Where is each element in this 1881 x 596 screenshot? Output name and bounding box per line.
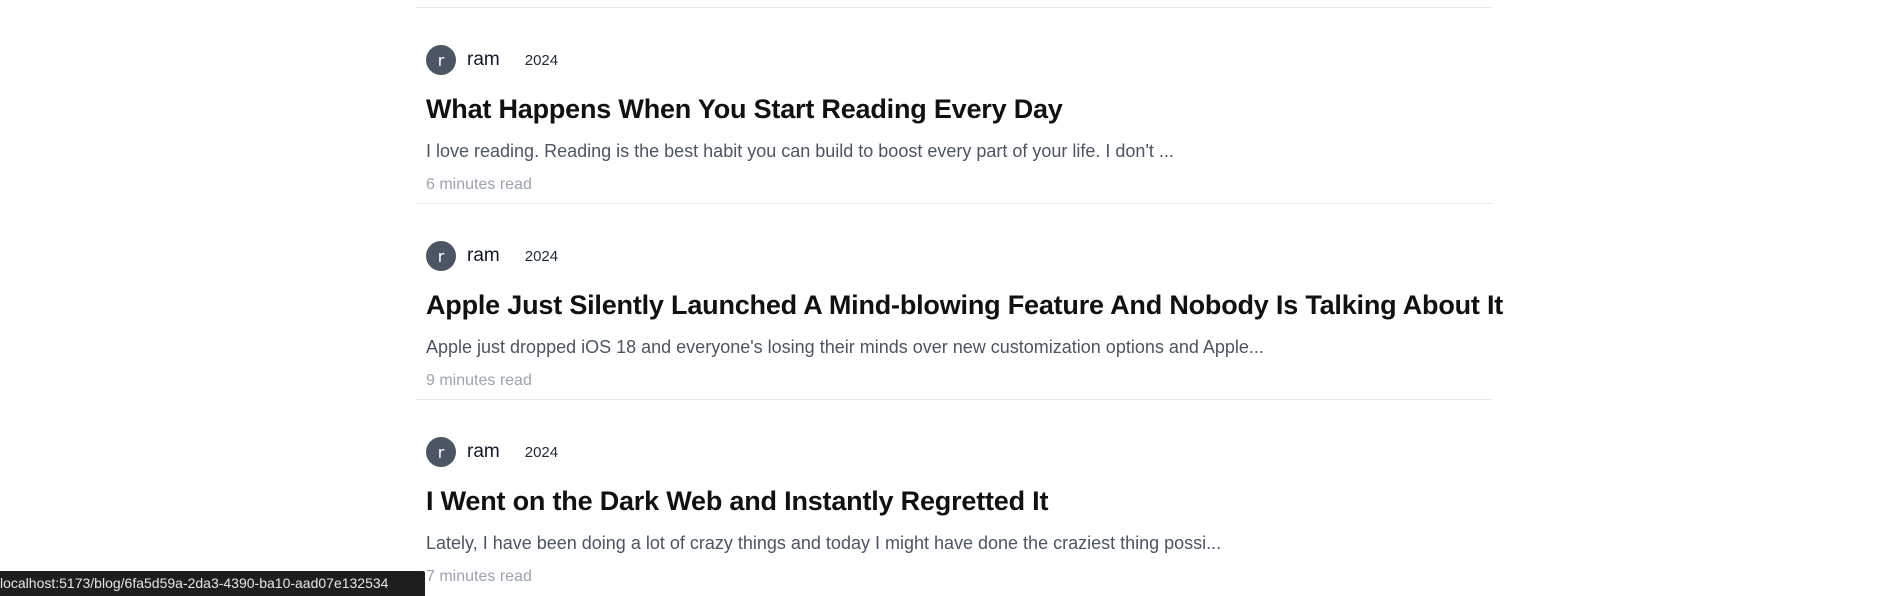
post-excerpt: Apple just dropped iOS 18 and everyone's… — [426, 337, 1264, 357]
author-name: ram — [467, 245, 500, 266]
post-excerpt: I love reading. Reading is the best habi… — [426, 141, 1174, 161]
post-date: 2024 — [524, 247, 559, 265]
blog-feed: r ram 2024 What Happens When You Start R… — [416, 0, 1503, 596]
post-meta: r ram 2024 — [426, 241, 558, 271]
post-meta: r ram 2024 — [426, 437, 558, 467]
post-excerpt: Lately, I have been doing a lot of crazy… — [426, 533, 1222, 553]
post-meta: r ram 2024 — [426, 45, 558, 75]
blog-card[interactable]: r ram 2024 I Went on the Dark Web and In… — [416, 400, 1492, 596]
read-time: 9 minutes read — [426, 372, 532, 389]
avatar: r — [426, 45, 456, 75]
blog-card[interactable]: r ram 2024 Apple Just Silently Launched … — [416, 204, 1503, 400]
read-time: 6 minutes read — [426, 176, 532, 193]
author-name: ram — [467, 441, 500, 462]
post-title[interactable]: What Happens When You Start Reading Ever… — [426, 94, 1063, 125]
author-name: ram — [467, 49, 500, 70]
avatar: r — [426, 437, 456, 467]
read-time: 7 minutes read — [426, 568, 532, 585]
blog-card[interactable]: r ram 2024 What Happens When You Start R… — [416, 8, 1492, 204]
post-date: 2024 — [524, 443, 559, 461]
post-title[interactable]: I Went on the Dark Web and Instantly Reg… — [426, 486, 1048, 517]
link-preview-status-bar: localhost:5173/blog/6fa5d59a-2da3-4390-b… — [0, 571, 425, 596]
post-title[interactable]: Apple Just Silently Launched A Mind-blow… — [426, 290, 1503, 321]
post-date: 2024 — [524, 51, 559, 69]
avatar: r — [426, 241, 456, 271]
